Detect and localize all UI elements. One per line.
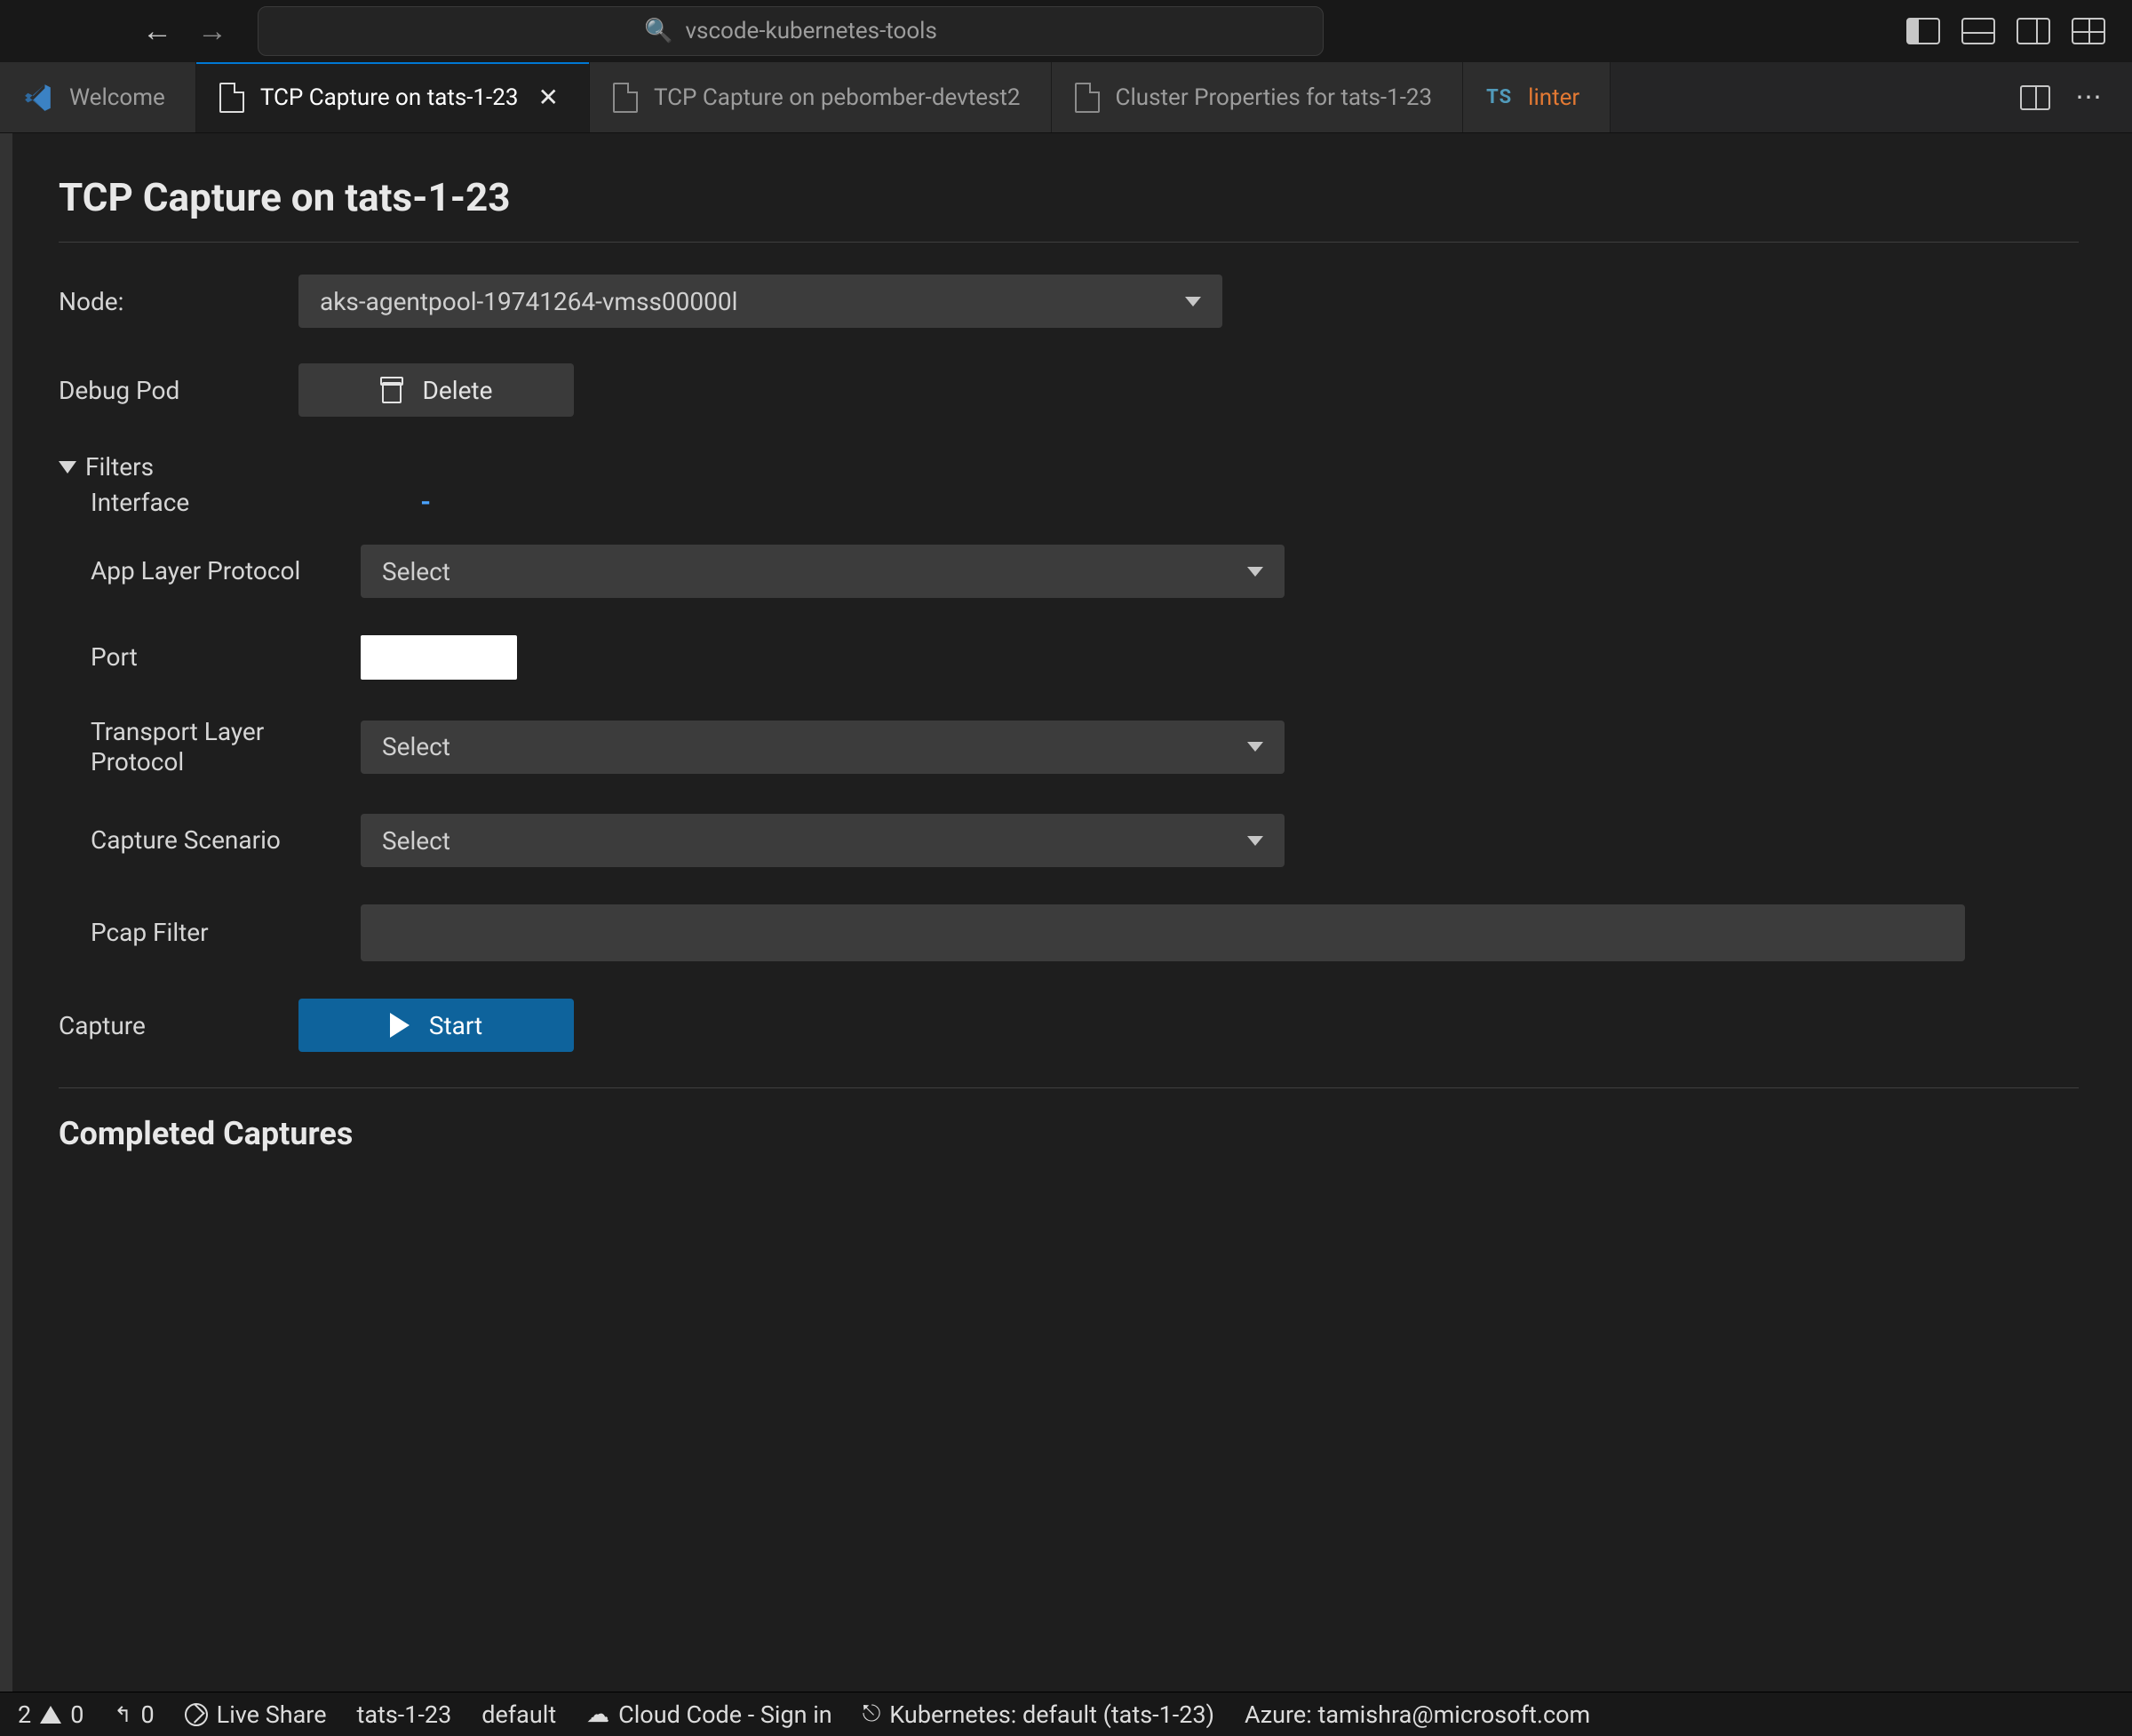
- status-context-namespace[interactable]: default: [481, 1700, 556, 1729]
- loading-indicator-icon: -: [420, 487, 431, 518]
- completed-captures-title: Completed Captures: [59, 1115, 2079, 1152]
- pcap-filter-input[interactable]: [361, 904, 1965, 961]
- status-cloud-code[interactable]: ☁ Cloud Code - Sign in: [586, 1700, 832, 1729]
- typescript-icon: TS: [1486, 86, 1512, 108]
- split-editor-icon[interactable]: [2020, 85, 2050, 110]
- warning-icon: [40, 1706, 61, 1724]
- tab-welcome[interactable]: Welcome: [0, 62, 196, 132]
- tab-label: Welcome: [69, 84, 165, 111]
- liveshare-label: Live Share: [217, 1700, 327, 1729]
- chevron-down-icon: [1185, 297, 1201, 307]
- start-button[interactable]: Start: [298, 999, 574, 1052]
- divider: [59, 242, 2079, 243]
- play-icon: [390, 1013, 410, 1038]
- filters-label: Filters: [85, 452, 154, 482]
- tab-tcp-capture-pebomber[interactable]: TCP Capture on pebomber-devtest2: [590, 62, 1052, 132]
- delete-button[interactable]: Delete: [298, 363, 574, 417]
- file-icon: [613, 83, 638, 113]
- ports-count: 0: [140, 1700, 154, 1729]
- customize-layout-icon[interactable]: [2072, 18, 2105, 44]
- editor-content: TCP Capture on tats-1-23 Node: aks-agent…: [12, 133, 2132, 1692]
- page-title: TCP Capture on tats-1-23: [59, 174, 2079, 220]
- toggle-secondary-sidebar-icon[interactable]: [2017, 18, 2050, 44]
- capture-label: Capture: [59, 1011, 281, 1040]
- more-actions-icon[interactable]: ⋯: [2075, 82, 2105, 113]
- scenario-label: Capture Scenario: [59, 825, 343, 856]
- error-count: 2: [18, 1700, 31, 1729]
- status-bar: 2 0 ↰ 0 Live Share tats-1-23 default ☁ C…: [0, 1692, 2132, 1736]
- trash-icon: [380, 377, 403, 403]
- nav-back-icon[interactable]: ←: [142, 16, 172, 46]
- interface-label: Interface: [91, 488, 189, 517]
- tab-label: Cluster Properties for tats-1-23: [1116, 84, 1433, 111]
- app-proto-select[interactable]: Select: [361, 545, 1285, 598]
- transport-proto-label: Transport Layer Protocol: [59, 717, 343, 776]
- search-icon: 🔍: [644, 18, 672, 44]
- cloud-icon: ☁: [586, 1701, 609, 1728]
- transport-proto-select[interactable]: Select: [361, 721, 1285, 774]
- triangle-down-icon: [59, 461, 76, 474]
- pcap-label: Pcap Filter: [59, 918, 343, 948]
- file-icon: [219, 83, 244, 113]
- chevron-down-icon: [1247, 836, 1263, 846]
- scenario-select[interactable]: Select: [361, 814, 1285, 867]
- tab-tcp-capture-tats[interactable]: TCP Capture on tats-1-23 ✕: [196, 62, 590, 132]
- status-azure-account[interactable]: Azure: tamishra@microsoft.com: [1245, 1700, 1590, 1729]
- toggle-panel-icon[interactable]: [1961, 18, 1995, 44]
- app-proto-label: App Layer Protocol: [59, 556, 343, 586]
- tab-label: TCP Capture on pebomber-devtest2: [654, 84, 1021, 111]
- filters-toggle[interactable]: Filters: [59, 452, 2079, 482]
- node-label: Node:: [59, 287, 281, 316]
- transport-proto-value: Select: [382, 732, 450, 761]
- chevron-down-icon: [1247, 567, 1263, 577]
- scenario-value: Select: [382, 826, 450, 856]
- command-center-search[interactable]: 🔍 vscode-kubernetes-tools: [258, 6, 1324, 56]
- node-select[interactable]: aks-agentpool-19741264-vmss00000l: [298, 275, 1222, 328]
- node-select-value: aks-agentpool-19741264-vmss00000l: [320, 287, 737, 316]
- tab-cluster-props[interactable]: Cluster Properties for tats-1-23: [1052, 62, 1464, 132]
- liveshare-icon: [185, 1703, 208, 1726]
- broadcast-icon: ↰: [114, 1702, 131, 1727]
- nav-forward-icon: →: [197, 16, 227, 46]
- warning-count: 0: [70, 1700, 84, 1729]
- title-bar: ← → 🔍 vscode-kubernetes-tools: [0, 0, 2132, 62]
- close-icon[interactable]: ✕: [537, 83, 558, 112]
- status-kubernetes[interactable]: ⎋ Kubernetes: default (tats-1-23): [863, 1700, 1214, 1729]
- port-input[interactable]: [361, 635, 517, 680]
- start-button-label: Start: [429, 1011, 482, 1040]
- editor-tab-bar: Welcome TCP Capture on tats-1-23 ✕ TCP C…: [0, 62, 2132, 133]
- search-text: vscode-kubernetes-tools: [685, 18, 937, 44]
- divider: [59, 1087, 2079, 1088]
- tab-label: TCP Capture on tats-1-23: [260, 84, 519, 111]
- status-ports[interactable]: ↰ 0: [114, 1700, 154, 1729]
- tab-linter-ts[interactable]: TS linter: [1463, 62, 1611, 132]
- app-proto-value: Select: [382, 557, 450, 586]
- delete-button-label: Delete: [423, 376, 493, 405]
- debug-pod-label: Debug Pod: [59, 376, 281, 405]
- tab-label: linter: [1528, 84, 1579, 111]
- status-liveshare[interactable]: Live Share: [185, 1700, 327, 1729]
- toggle-primary-sidebar-icon[interactable]: [1906, 18, 1940, 44]
- port-label: Port: [59, 642, 343, 673]
- file-icon: [1075, 83, 1100, 113]
- chevron-down-icon: [1247, 742, 1263, 752]
- status-errors[interactable]: 2 0: [18, 1700, 84, 1729]
- pin-icon: ⎋: [863, 1700, 881, 1728]
- vscode-logo-icon: [23, 83, 53, 113]
- activity-bar[interactable]: [0, 133, 12, 1692]
- status-context-cluster[interactable]: tats-1-23: [357, 1700, 452, 1729]
